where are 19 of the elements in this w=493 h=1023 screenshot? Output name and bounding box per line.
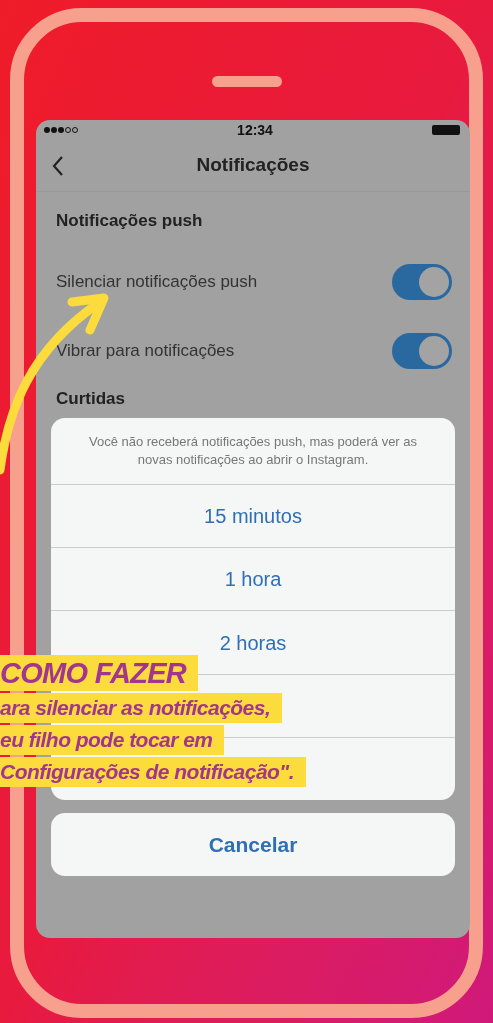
screen-title: Notificações (196, 153, 310, 178)
back-icon[interactable] (52, 154, 64, 177)
section-header: Notificações push (56, 210, 204, 232)
callout-text: eu filho pode tocar em (0, 725, 225, 755)
toggle-switch[interactable] (392, 264, 452, 300)
duration-option[interactable]: 15 minutos (51, 485, 455, 548)
callout-text: Configurações de notificação". (0, 757, 307, 787)
callout-title: COMO FAZER (0, 655, 199, 691)
setting-label: Silenciar notificações push (56, 271, 258, 294)
setting-label: Vibrar para notificações (56, 340, 235, 363)
phone-speaker (212, 76, 282, 87)
sheet-message: Você não receberá notificações push, mas poderá ver as novas notificações ao abrir o Instagram. (51, 418, 455, 485)
cancel-button[interactable]: Cancelar (51, 813, 455, 876)
status-time: 12:34 (237, 120, 273, 140)
battery-icon (432, 125, 460, 135)
section-header: Curtidas (56, 387, 126, 410)
duration-option[interactable]: 1 hora (51, 548, 455, 611)
callout-text: ara silenciar as notificações, (0, 693, 283, 723)
toggle-switch[interactable] (392, 333, 452, 369)
